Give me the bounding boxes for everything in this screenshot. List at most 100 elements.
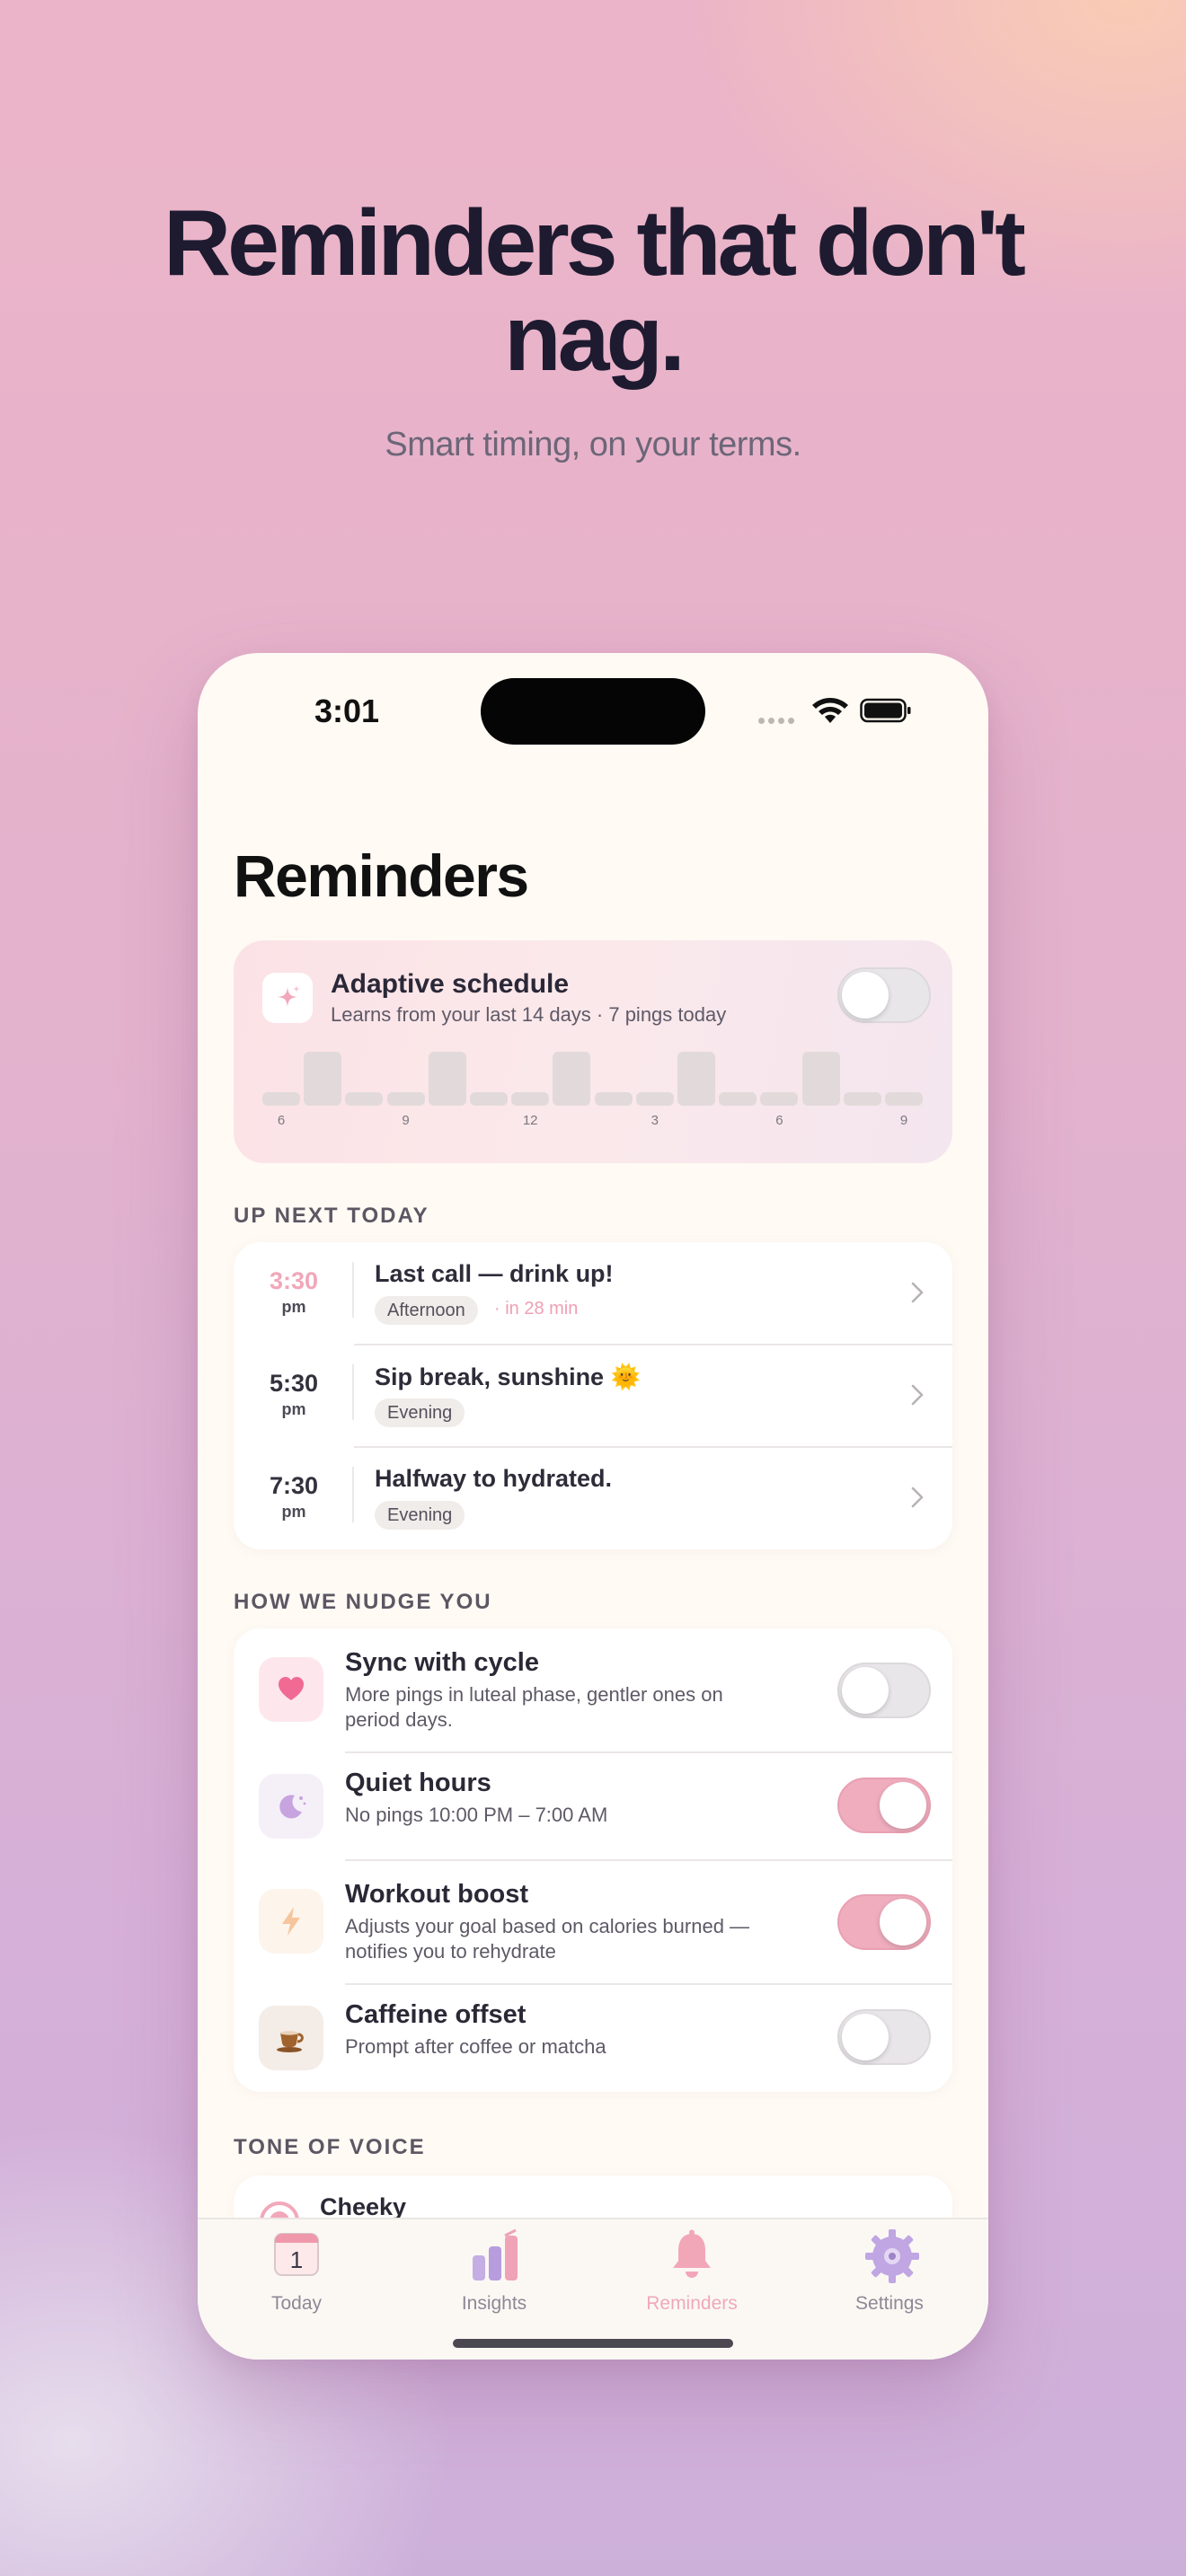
tab-today[interactable]: 1 Today (225, 2228, 368, 2327)
list-item[interactable]: 3:30 pm Last call — drink up! Afternoon … (234, 1242, 952, 1345)
heart-icon (259, 1657, 323, 1722)
activity-tick-labels: 6 9 12 3 6 9 (262, 1113, 927, 1134)
toggle-knob (880, 1782, 926, 1829)
activity-bar (594, 1092, 633, 1106)
reminder-title: Sip break, sunshine 🌞 (375, 1363, 642, 1390)
promo-headline-line1: Reminders that don't (164, 191, 1026, 296)
battery-icon (860, 698, 911, 723)
reminder-ampm: pm (281, 1400, 306, 1418)
sync-cycle-toggle[interactable] (837, 1663, 931, 1718)
setting-title: Workout boost (345, 1880, 529, 1909)
activity-bar-chart (262, 1052, 927, 1106)
promo-headline-line2: nag. (504, 287, 686, 391)
reminder-tag: Afternoon (375, 1296, 478, 1325)
divider (352, 1262, 354, 1318)
chevron-right-icon (911, 1486, 924, 1508)
activity-bar (470, 1092, 508, 1106)
setting-subtitle: More pings in luteal phase, gentler ones… (345, 1682, 794, 1733)
setting-subtitle-line1: Adjusts your goal based on calories burn… (345, 1915, 750, 1937)
setting-subtitle-line1: More pings in luteal phase, gentler ones… (345, 1683, 723, 1706)
activity-bar (635, 1092, 674, 1106)
home-indicator (453, 2339, 733, 2348)
nudge-settings-list: Sync with cycle More pings in luteal pha… (234, 1628, 952, 2092)
up-next-list: 3:30 pm Last call — drink up! Afternoon … (234, 1242, 952, 1549)
calendar-day: 1 (290, 2246, 303, 2273)
tab-label: Today (270, 2293, 323, 2314)
quiet-hours-toggle[interactable] (837, 1778, 931, 1833)
coffee-cup-icon (259, 2006, 323, 2070)
setting-subtitle-line2: notifies you to rehydrate (345, 1940, 556, 1963)
list-item[interactable]: 7:30 pm Halfway to hydrated. Evening (234, 1447, 952, 1549)
tab-label: Insights (461, 2293, 527, 2314)
setting-title: Quiet hours (345, 1769, 491, 1797)
reminder-time: 7:30 (269, 1472, 319, 1499)
cellular-signal-icon (758, 712, 801, 724)
dynamic-island (481, 678, 705, 745)
divider (352, 1364, 354, 1420)
section-label-tone: TONE OF VOICE (234, 2135, 426, 2159)
reminder-title: Last call — drink up! (375, 1260, 614, 1287)
reminder-ampm: pm (281, 1298, 306, 1316)
activity-bar (511, 1092, 550, 1106)
phone-frame: 3:01 Reminders Adaptive schedule Learns … (198, 653, 988, 2360)
adaptive-schedule-toggle[interactable] (837, 967, 931, 1023)
section-label-up-next: UP NEXT TODAY (234, 1204, 429, 1228)
promo-headline: Reminders that don't nag. (0, 196, 1186, 386)
activity-bar (801, 1052, 840, 1106)
wifi-icon (812, 698, 848, 723)
bell-icon (673, 2229, 711, 2278)
tab-label: Settings (855, 2293, 924, 2314)
adaptive-schedule-card: Adaptive schedule Learns from your last … (234, 940, 952, 1163)
calendar-icon: 1 (274, 2233, 319, 2276)
status-time: 3:01 (314, 693, 380, 729)
setting-subtitle: No pings 10:00 PM – 7:00 AM (345, 1804, 608, 1826)
toggle-knob (842, 2014, 889, 2060)
setting-row-workout-boost: Workout boost Adjusts your goal based on… (234, 1860, 952, 1984)
lightning-icon (259, 1889, 323, 1954)
adaptive-schedule-subtitle: Learns from your last 14 days · 7 pings … (331, 1003, 727, 1026)
toggle-knob (842, 972, 889, 1019)
toggle-knob (842, 1667, 889, 1714)
setting-row-caffeine-offset: Caffeine offset Prompt after coffee or m… (234, 1984, 952, 2092)
caffeine-offset-toggle[interactable] (837, 2009, 931, 2065)
reminder-title: Halfway to hydrated. (375, 1465, 613, 1492)
activity-bar (262, 1092, 300, 1106)
activity-bar (760, 1092, 799, 1106)
tab-settings[interactable]: Settings (818, 2228, 961, 2327)
moon-icon (259, 1774, 323, 1839)
list-item[interactable]: 5:30 pm Sip break, sunshine 🌞 Evening (234, 1345, 952, 1447)
setting-title: Caffeine offset (345, 2000, 527, 2029)
workout-boost-toggle[interactable] (837, 1894, 931, 1950)
activity-tick-label: 9 (899, 1113, 908, 1128)
activity-bar (553, 1052, 591, 1106)
setting-subtitle-line2: period days. (345, 1708, 453, 1731)
activity-bar (719, 1092, 757, 1106)
activity-bar (304, 1052, 342, 1106)
divider (352, 1467, 354, 1522)
reminder-ampm: pm (281, 1503, 306, 1521)
bar-chart-icon (473, 2228, 518, 2280)
activity-tick-label: 9 (402, 1113, 410, 1128)
reminder-time: 5:30 (269, 1370, 319, 1397)
activity-tick-label: 6 (277, 1113, 286, 1128)
activity-bar (677, 1052, 715, 1106)
reminder-eta: · in 28 min (494, 1299, 579, 1319)
setting-subtitle: Prompt after coffee or matcha (345, 2035, 606, 2058)
activity-bar (386, 1092, 425, 1106)
sparkle-icon (262, 973, 313, 1023)
setting-row-sync-cycle: Sync with cycle More pings in luteal pha… (234, 1628, 952, 1752)
adaptive-schedule-title: Adaptive schedule (331, 969, 570, 999)
setting-row-quiet-hours: Quiet hours No pings 10:00 PM – 7:00 AM (234, 1752, 952, 1860)
status-bar: 3:01 (198, 653, 988, 761)
tab-insights[interactable]: Insights (422, 2228, 566, 2327)
section-label-nudges: HOW WE NUDGE YOU (234, 1590, 492, 1614)
promo-subheadline: Smart timing, on your terms. (385, 426, 801, 463)
toggle-knob (880, 1899, 926, 1945)
tab-reminders[interactable]: Reminders (620, 2228, 764, 2327)
activity-bar (843, 1092, 881, 1106)
activity-tick-label: 12 (522, 1113, 538, 1128)
activity-tick-label: 3 (651, 1113, 659, 1128)
setting-title: Sync with cycle (345, 1648, 539, 1677)
setting-subtitle: Adjusts your goal based on calories burn… (345, 1914, 794, 1964)
reminder-time: 3:30 (269, 1267, 319, 1294)
